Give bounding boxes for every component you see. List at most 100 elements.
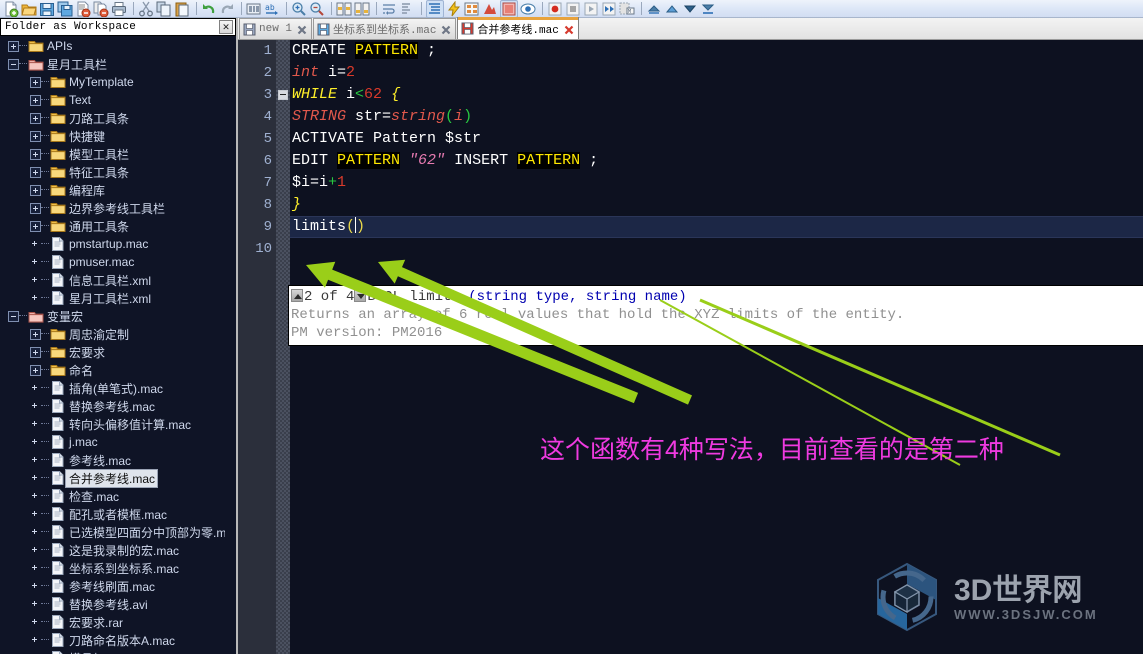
tree-folder-item[interactable]: APIs	[0, 37, 225, 55]
tree-file-item[interactable]: 已选模型四面分中顶部为零.mac	[0, 523, 225, 541]
tree-file-item[interactable]: 插角(单笔式).mac	[0, 379, 225, 397]
tree-file-item[interactable]: j.mac	[0, 433, 225, 451]
stop-macro-icon[interactable]	[565, 1, 581, 17]
tree-expand-icon[interactable]	[30, 94, 41, 106]
user-defined-dialog-icon[interactable]	[446, 0, 462, 17]
code-line[interactable]: 6 EDIT PATTERN "62" INSERT PATTERN ;	[238, 150, 1143, 172]
open-file-icon[interactable]	[21, 1, 37, 17]
tree-file-item[interactable]: 宏要求.rar	[0, 613, 225, 631]
calltip-next-arrow-icon[interactable]	[354, 289, 367, 302]
calltip-prev-arrow-icon[interactable]	[291, 289, 303, 302]
code-line[interactable]: 8}	[238, 194, 1143, 216]
workspace-tree[interactable]: APIs 星月工具栏 MyTemplate Text 刀路工具条 快捷键 模型工具栏 特征工具…	[0, 37, 225, 654]
zoom-out-icon[interactable]	[309, 1, 325, 17]
close-tab-icon[interactable]	[440, 23, 452, 35]
tree-expand-icon[interactable]	[30, 184, 41, 196]
tree-file-item[interactable]: 刀路命名版本A.mac	[0, 631, 225, 649]
code-lines[interactable]: 1 CREATE PATTERN ; 2 int i=2 3 WHILE i<62 {4 S…	[238, 40, 1143, 260]
tree-file-item[interactable]: 配孔或者模框.mac	[0, 505, 225, 523]
new-file-icon[interactable]	[3, 1, 19, 17]
code-line[interactable]: 5 ACTIVATE Pattern $str	[238, 128, 1143, 150]
tree-folder-item[interactable]: 刀路工具条	[0, 109, 225, 127]
tree-folder-item[interactable]: 模型工具栏	[0, 145, 225, 163]
record-macro-icon[interactable]	[547, 1, 563, 17]
tree-file-item[interactable]: 信息工具栏.xml	[0, 271, 225, 289]
tree-file-item[interactable]: pmuser.mac	[0, 253, 225, 271]
tree-expand-icon[interactable]	[30, 220, 41, 232]
tree-expand-icon[interactable]	[30, 148, 41, 160]
tree-expand-icon[interactable]	[8, 40, 19, 52]
monitoring-icon[interactable]	[520, 1, 536, 17]
tree-expand-icon[interactable]	[30, 166, 41, 178]
tree-expand-icon[interactable]	[30, 346, 41, 358]
tree-file-item[interactable]: 替换参考线.avi	[0, 595, 225, 613]
sync-vertical-icon[interactable]	[336, 1, 352, 17]
tree-file-item[interactable]: 合并参考线.mac	[0, 468, 225, 488]
zoom-in-icon[interactable]	[291, 1, 307, 17]
fold-toggle-icon[interactable]	[278, 90, 288, 100]
find-icon[interactable]	[246, 1, 262, 17]
fold-all-icon[interactable]	[682, 1, 698, 17]
function-list-icon[interactable]	[482, 1, 498, 17]
tree-expand-icon[interactable]	[30, 364, 41, 376]
print-icon[interactable]	[111, 1, 127, 17]
tree-folder-item[interactable]: MyTemplate	[0, 73, 225, 91]
folder-workspace-icon[interactable]	[500, 0, 518, 18]
close-all-icon[interactable]	[93, 1, 109, 17]
doc-map-icon[interactable]	[464, 1, 480, 17]
close-tab-icon[interactable]	[563, 23, 575, 35]
close-panel-button[interactable]: ✕	[219, 20, 233, 34]
code-line[interactable]: 9 limits()	[238, 216, 1143, 238]
tree-folder-item[interactable]: 特征工具条	[0, 163, 225, 181]
tree-folder-item[interactable]: 快捷键	[0, 127, 225, 145]
tree-file-item[interactable]: 检查.mac	[0, 487, 225, 505]
tree-file-item[interactable]: 这是我录制的宏.mac	[0, 541, 225, 559]
code-line[interactable]: 1 CREATE PATTERN ;	[238, 40, 1143, 62]
tree-collapse-icon[interactable]	[8, 310, 19, 322]
undo-icon[interactable]	[201, 1, 217, 17]
show-all-chars-icon[interactable]	[399, 1, 415, 17]
function-calltip[interactable]: 2 of 4 BOOL limits (string type, string n…	[288, 285, 1143, 346]
collapse-level-icon[interactable]	[646, 1, 662, 17]
tree-folder-item[interactable]: 宏要求	[0, 343, 225, 361]
code-line[interactable]: 10	[238, 238, 1143, 260]
tree-file-item[interactable]: 星月工具栏.xml	[0, 289, 225, 307]
document-tab[interactable]: 坐标系到坐标系.mac	[313, 18, 457, 39]
tree-expand-icon[interactable]	[30, 130, 41, 142]
close-file-icon[interactable]	[75, 1, 91, 17]
tree-folder-item[interactable]: 星月工具栏	[0, 55, 225, 73]
tree-file-item[interactable]: 坐标系到坐标系.mac	[0, 559, 225, 577]
unfold-all-icon[interactable]	[700, 1, 716, 17]
close-tab-icon[interactable]	[296, 23, 308, 35]
paste-icon[interactable]	[174, 1, 190, 17]
tree-expand-icon[interactable]	[30, 112, 41, 124]
code-line[interactable]: 7 $i=i+1	[238, 172, 1143, 194]
tree-folder-item[interactable]: 通用工具条	[0, 217, 225, 235]
run-macro-multiple-icon[interactable]	[601, 1, 617, 17]
tree-folder-item[interactable]: 编程库	[0, 181, 225, 199]
tree-file-item[interactable]: pmstartup.mac	[0, 235, 225, 253]
tree-folder-item[interactable]: 周忠渝定制	[0, 325, 225, 343]
tree-file-item[interactable]: 模具加工.mac	[0, 649, 225, 654]
tree-expand-icon[interactable]	[30, 202, 41, 214]
tree-folder-item[interactable]: 边界参考线工具栏	[0, 199, 225, 217]
tree-folder-item[interactable]: Text	[0, 91, 225, 109]
tree-expand-icon[interactable]	[30, 328, 41, 340]
document-tab[interactable]: new 1	[239, 18, 313, 39]
tree-file-item[interactable]: 替换参考线.mac	[0, 397, 225, 415]
tree-file-item[interactable]: 参考线.mac	[0, 451, 225, 469]
tree-collapse-icon[interactable]	[8, 58, 19, 70]
play-macro-icon[interactable]	[583, 1, 599, 17]
save-all-icon[interactable]	[57, 1, 73, 17]
document-tab-bar[interactable]: new 1 坐标系到坐标系.mac 合并参考线.mac	[238, 17, 1143, 40]
replace-icon[interactable]: ab	[264, 1, 280, 17]
tree-folder-item[interactable]: 变量宏	[0, 307, 225, 325]
code-line[interactable]: 3 WHILE i<62 {	[238, 84, 1143, 106]
redo-icon[interactable]	[219, 1, 235, 17]
save-icon[interactable]	[39, 1, 55, 17]
code-line[interactable]: 4 STRING str=string(i)	[238, 106, 1143, 128]
sync-horizontal-icon[interactable]	[354, 1, 370, 17]
cut-icon[interactable]	[138, 1, 154, 17]
code-line[interactable]: 2 int i=2	[238, 62, 1143, 84]
copy-icon[interactable]	[156, 1, 172, 17]
